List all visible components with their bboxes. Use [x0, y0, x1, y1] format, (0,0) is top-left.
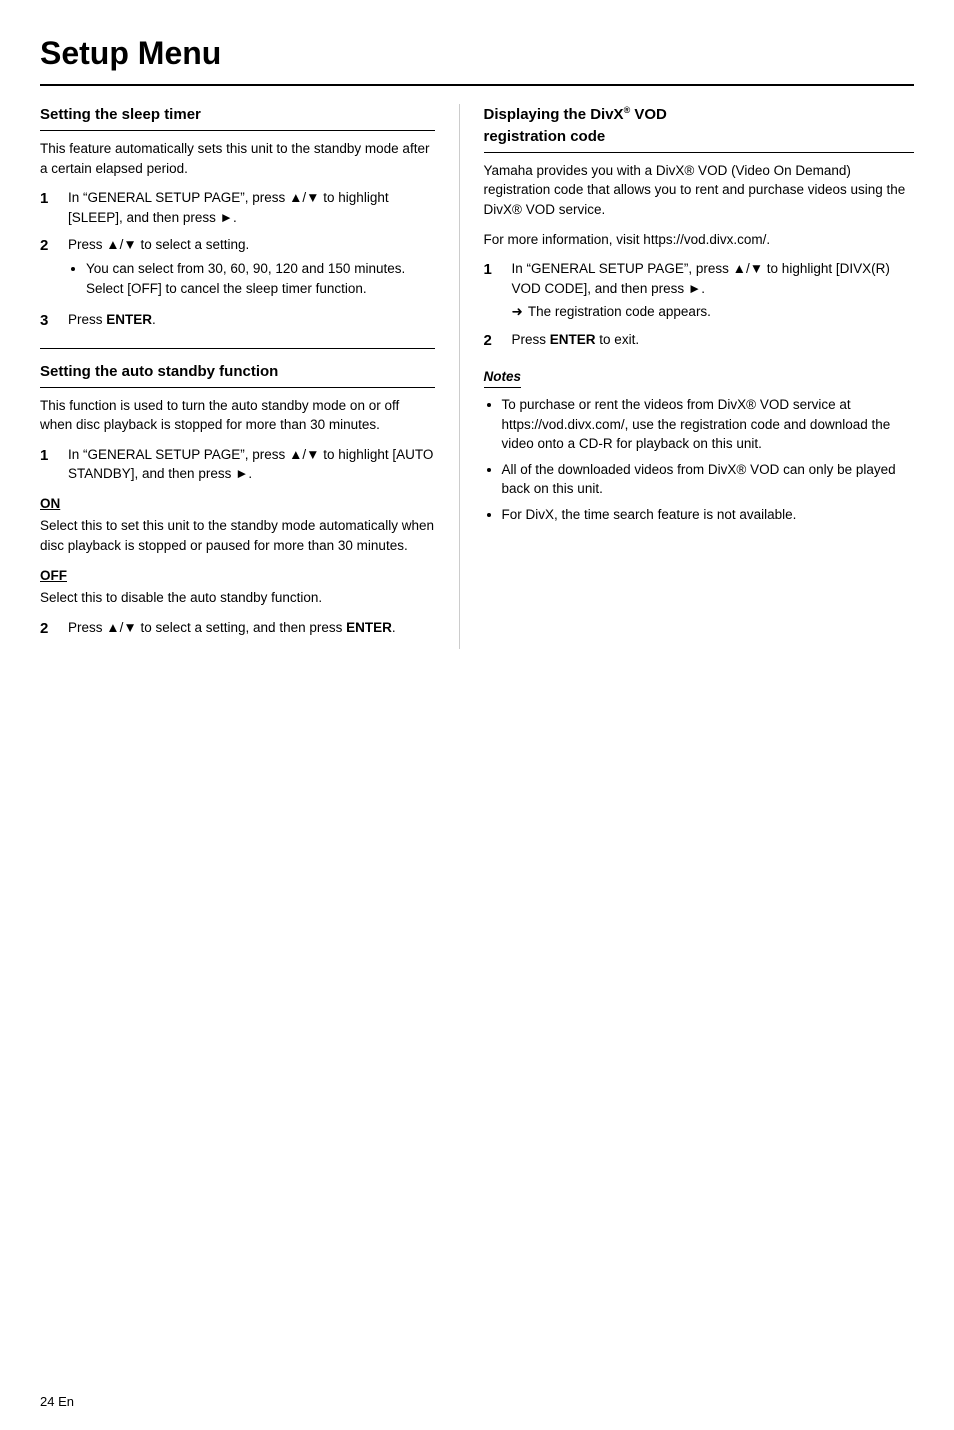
sleep-step-3-text: Press ENTER. — [68, 310, 435, 330]
auto-step-2: 2 Press ▲/▼ to select a setting, and the… — [40, 618, 435, 640]
divx-arrow-note-text: The registration code appears. — [528, 302, 711, 322]
on-title: ON — [40, 494, 435, 514]
page-footer: 24 En — [40, 1393, 74, 1412]
auto-step-1-text: In “GENERAL SETUP PAGE”, press ▲/▼ to hi… — [68, 445, 435, 484]
sleep-step-2-sublist: You can select from 30, 60, 90, 120 and … — [68, 259, 435, 298]
off-body: Select this to disable the auto standby … — [40, 588, 435, 608]
divx-step-1-text: In “GENERAL SETUP PAGE”, press ▲/▼ to hi… — [512, 261, 890, 296]
auto-step-number-2: 2 — [40, 618, 62, 640]
on-body: Select this to set this unit to the stan… — [40, 516, 435, 555]
enter-bold-1: ENTER — [106, 312, 152, 327]
arrow-symbol: ➜ — [512, 302, 523, 322]
divx-step-1-content: In “GENERAL SETUP PAGE”, press ▲/▼ to hi… — [512, 259, 914, 322]
sleep-step-1: 1 In “GENERAL SETUP PAGE”, press ▲/▼ to … — [40, 188, 435, 227]
auto-standby-steps-2: 2 Press ▲/▼ to select a setting, and the… — [40, 618, 435, 640]
divx-step-number-2: 2 — [484, 330, 506, 352]
enter-bold-3: ENTER — [550, 332, 596, 347]
notes-section: Notes To purchase or rent the videos fro… — [484, 366, 914, 525]
sleep-step-2: 2 Press ▲/▼ to select a setting. You can… — [40, 235, 435, 302]
notes-list: To purchase or rent the videos from DivX… — [484, 395, 914, 524]
step-number-1: 1 — [40, 188, 62, 210]
note-item-1: To purchase or rent the videos from DivX… — [502, 395, 914, 454]
divx-body-1: Yamaha provides you with a DivX® VOD (Vi… — [484, 161, 914, 220]
note-item-2: All of the downloaded videos from DivX® … — [502, 460, 914, 499]
divx-step-2: 2 Press ENTER to exit. — [484, 330, 914, 352]
sleep-timer-steps: 1 In “GENERAL SETUP PAGE”, press ▲/▼ to … — [40, 188, 435, 332]
note-item-3: For DivX, the time search feature is not… — [502, 505, 914, 525]
sleep-step-1-text: In “GENERAL SETUP PAGE”, press ▲/▼ to hi… — [68, 188, 435, 227]
sleep-step-2-content: Press ▲/▼ to select a setting. You can s… — [68, 235, 435, 302]
divx-step-1: 1 In “GENERAL SETUP PAGE”, press ▲/▼ to … — [484, 259, 914, 322]
divx-steps: 1 In “GENERAL SETUP PAGE”, press ▲/▼ to … — [484, 259, 914, 351]
notes-title: Notes — [484, 367, 522, 389]
divx-arrow-note: ➜ The registration code appears. — [512, 302, 914, 322]
divx-section-title: Displaying the DivX® VODregistration cod… — [484, 104, 914, 153]
auto-step-1: 1 In “GENERAL SETUP PAGE”, press ▲/▼ to … — [40, 445, 435, 484]
divx-step-2-text: Press ENTER to exit. — [512, 330, 914, 350]
on-subsection: ON Select this to set this unit to the s… — [40, 494, 435, 556]
page-title: Setup Menu — [40, 30, 914, 86]
auto-standby-title: Setting the auto standby function — [40, 361, 435, 388]
sleep-timer-body: This feature automatically sets this uni… — [40, 139, 435, 178]
sleep-step-2-text: Press ▲/▼ to select a setting. — [68, 237, 249, 252]
divx-body-2: For more information, visit https://vod.… — [484, 230, 914, 250]
off-subsection: OFF Select this to disable the auto stan… — [40, 566, 435, 608]
right-column: Displaying the DivX® VODregistration cod… — [460, 104, 914, 649]
enter-bold-2: ENTER — [346, 620, 392, 635]
sleep-step-2-sub-item: You can select from 30, 60, 90, 120 and … — [86, 259, 435, 298]
sleep-timer-section: Setting the sleep timer This feature aut… — [40, 104, 435, 331]
auto-step-number-1: 1 — [40, 445, 62, 467]
off-title: OFF — [40, 566, 435, 586]
auto-standby-body: This function is used to turn the auto s… — [40, 396, 435, 435]
divx-step-number-1: 1 — [484, 259, 506, 281]
section-divider — [40, 348, 435, 349]
sleep-timer-title: Setting the sleep timer — [40, 104, 435, 131]
step-number-2: 2 — [40, 235, 62, 257]
sleep-step-3: 3 Press ENTER. — [40, 310, 435, 332]
auto-step-2-text: Press ▲/▼ to select a setting, and then … — [68, 618, 435, 638]
auto-standby-steps-1: 1 In “GENERAL SETUP PAGE”, press ▲/▼ to … — [40, 445, 435, 484]
step-number-3: 3 — [40, 310, 62, 332]
divx-section: Displaying the DivX® VODregistration cod… — [484, 104, 914, 524]
auto-standby-section: Setting the auto standby function This f… — [40, 361, 435, 640]
left-column: Setting the sleep timer This feature aut… — [40, 104, 460, 649]
